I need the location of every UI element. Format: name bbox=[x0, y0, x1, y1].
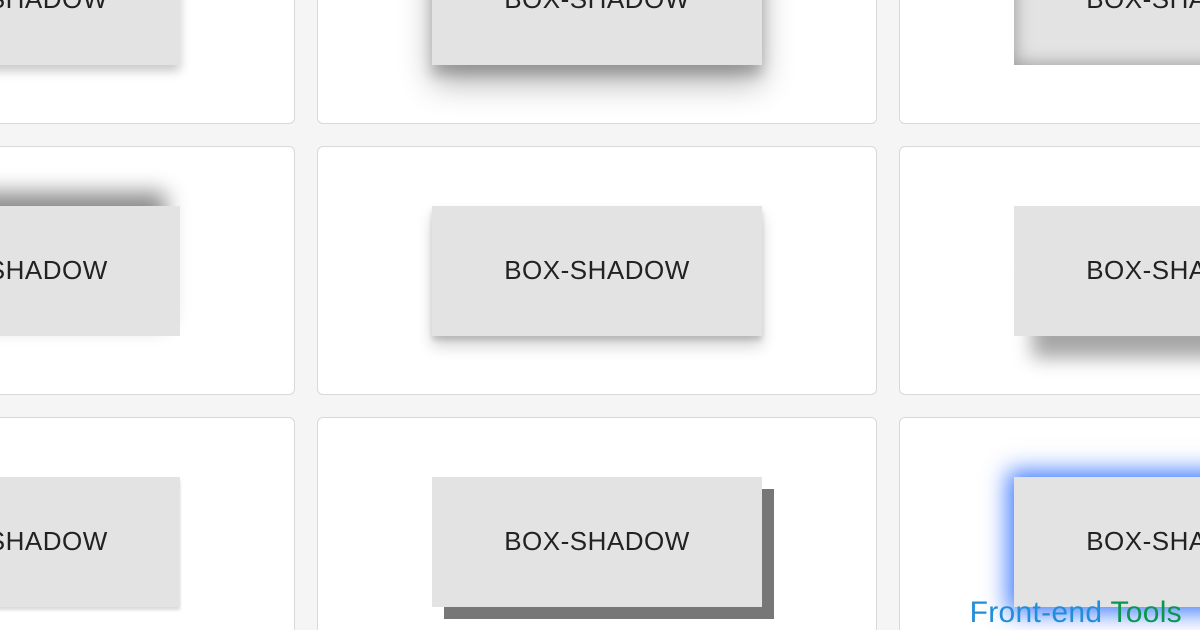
shadow-card[interactable]: BOX-SHADOW bbox=[317, 417, 877, 630]
watermark: Front-end Tools bbox=[970, 596, 1182, 630]
shadow-sample: BOX-SHADOW bbox=[432, 0, 762, 65]
shadow-card[interactable]: BOX-SHADOW bbox=[0, 0, 295, 124]
shadow-card[interactable]: BOX-SHADOW bbox=[317, 146, 877, 395]
shadow-sample: BOX-SHADOW bbox=[0, 0, 180, 65]
shadow-sample: BOX-SHADOW bbox=[0, 206, 180, 336]
shadow-gallery-grid: BOX-SHADOW BOX-SHADOW BOX-SHADOW BOX-SHA… bbox=[0, 0, 1200, 630]
shadow-sample: BOX-SHADOW bbox=[0, 477, 180, 607]
shadow-card[interactable]: BOX-SHADOW bbox=[899, 0, 1200, 124]
shadow-sample: BOX-SHADOW bbox=[432, 477, 762, 607]
shadow-card[interactable]: BOX-SHADOW bbox=[0, 417, 295, 630]
shadow-card[interactable]: BOX-SHADOW bbox=[899, 146, 1200, 395]
shadow-sample: BOX-SHADOW bbox=[1014, 477, 1200, 607]
shadow-sample: BOX-SHADOW bbox=[1014, 0, 1200, 65]
watermark-word-1: Front-end bbox=[970, 596, 1111, 629]
shadow-sample: BOX-SHADOW bbox=[1014, 206, 1200, 336]
watermark-word-2: Tools bbox=[1110, 596, 1182, 629]
shadow-card[interactable]: BOX-SHADOW bbox=[0, 146, 295, 395]
shadow-card[interactable]: BOX-SHADOW bbox=[317, 0, 877, 124]
shadow-sample: BOX-SHADOW bbox=[432, 206, 762, 336]
